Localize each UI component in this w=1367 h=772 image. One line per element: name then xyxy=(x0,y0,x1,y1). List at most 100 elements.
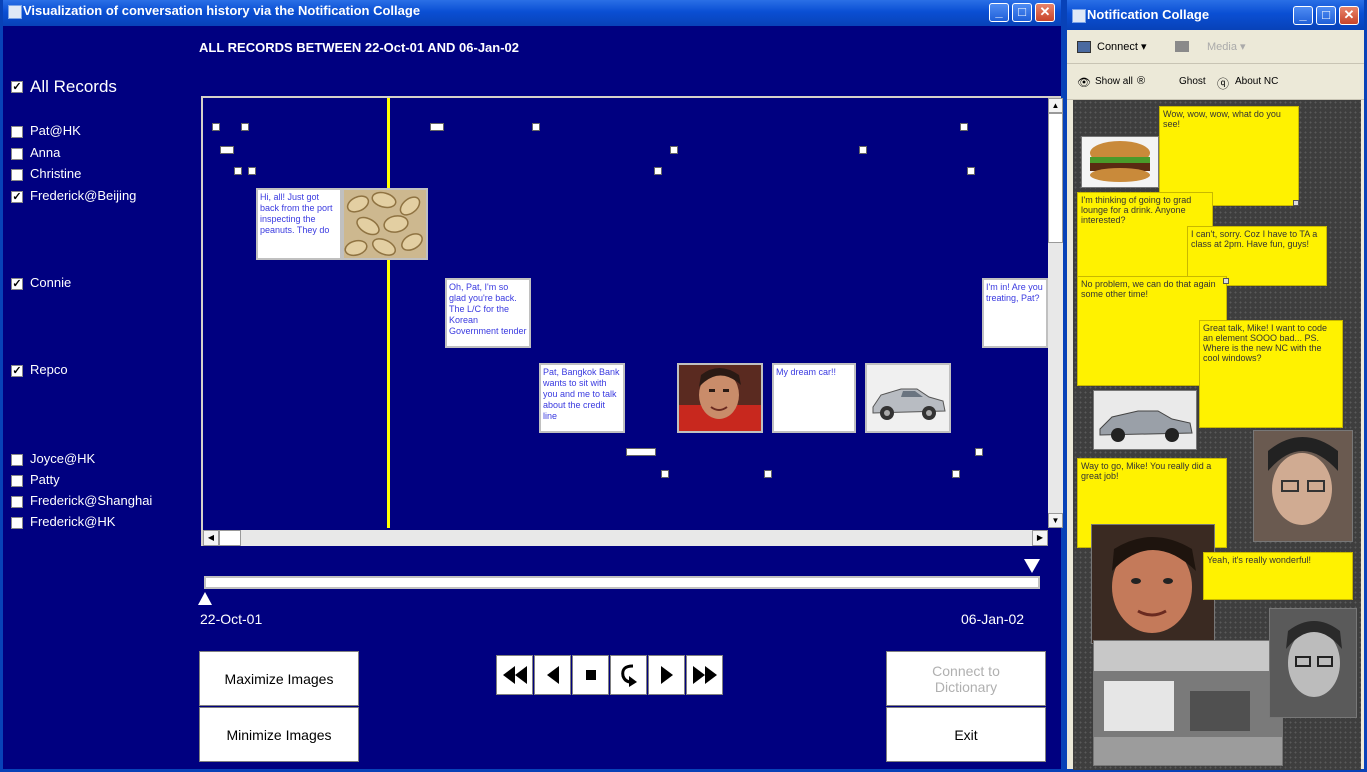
end-date-handle[interactable] xyxy=(1024,559,1040,573)
record-marker[interactable] xyxy=(626,448,656,456)
scroll-down-button[interactable]: ▼ xyxy=(1048,513,1063,528)
checkbox-patty[interactable] xyxy=(11,475,23,487)
glasses-man-portrait[interactable] xyxy=(1269,608,1357,718)
timeline-plot[interactable]: Hi, all! Just got back from the port ins… xyxy=(201,96,1063,546)
record-marker[interactable] xyxy=(241,123,249,131)
window-title: Visualization of conversation history vi… xyxy=(23,3,421,18)
note-repco-bank[interactable]: Pat, Bangkok Bank wants to sit with you … xyxy=(539,363,625,433)
loop-icon xyxy=(620,664,637,687)
close-window-button[interactable]: ✕ xyxy=(1035,3,1055,22)
collage-post[interactable]: Great talk, Mike! I want to code an elem… xyxy=(1199,320,1343,428)
date-range-slider[interactable] xyxy=(204,576,1040,589)
folder-icon xyxy=(1175,41,1189,52)
main-titlebar[interactable]: Visualization of conversation history vi… xyxy=(3,0,1061,26)
scroll-right-button[interactable]: ▶ xyxy=(1032,530,1048,546)
ghost-button[interactable]: Ghost xyxy=(1179,76,1206,87)
record-marker[interactable] xyxy=(661,470,669,478)
about-nc-button[interactable]: About NC xyxy=(1235,76,1278,87)
record-marker[interactable] xyxy=(654,167,662,175)
vertical-scrollbar[interactable]: ▲ ▼ xyxy=(1048,98,1063,528)
car-picture[interactable] xyxy=(1093,390,1197,450)
minimize-window-button[interactable]: _ xyxy=(989,3,1009,22)
checkbox-christine[interactable] xyxy=(11,169,23,181)
note-connie[interactable]: Oh, Pat, I'm so glad you're back. The L/… xyxy=(445,278,531,348)
peanuts-image[interactable] xyxy=(342,188,428,260)
note-connie-right[interactable]: I'm in! Are you treating, Pat? xyxy=(982,278,1048,348)
checkbox-repco[interactable]: ✓ xyxy=(11,365,23,377)
record-marker[interactable] xyxy=(952,470,960,478)
show-all-button[interactable]: Show all xyxy=(1095,76,1133,87)
checkbox-anna[interactable] xyxy=(11,148,23,160)
minimize-images-button[interactable]: Minimize Images xyxy=(199,707,359,762)
start-date-handle[interactable] xyxy=(198,592,212,605)
record-marker[interactable] xyxy=(220,146,234,154)
scroll-thumb-vertical[interactable] xyxy=(1048,113,1063,243)
burger-icon xyxy=(1090,141,1150,182)
nc-close-button[interactable]: ✕ xyxy=(1339,6,1359,25)
nc-window-title: Notification Collage xyxy=(1087,7,1210,22)
timeline-cursor[interactable] xyxy=(387,98,390,528)
checkbox-frederick-hk[interactable] xyxy=(11,517,23,529)
checkbox-joyce-hk[interactable] xyxy=(11,454,23,466)
all-records-checkbox[interactable]: ✓ xyxy=(11,81,23,93)
record-marker[interactable] xyxy=(670,146,678,154)
connect-dictionary-button[interactable]: Connect to Dictionary xyxy=(886,651,1046,706)
minimize-icon: _ xyxy=(995,4,1003,19)
scroll-up-button[interactable]: ▲ xyxy=(1048,98,1063,113)
fast-forward-icon xyxy=(692,666,717,684)
record-marker[interactable] xyxy=(859,146,867,154)
collage-post[interactable]: Wow, wow, wow, what do you see! xyxy=(1159,106,1299,206)
checkbox-frederick-shanghai[interactable] xyxy=(11,496,23,508)
checkbox-connie[interactable]: ✓ xyxy=(11,278,23,290)
person-label: Frederick@Beijing xyxy=(30,188,137,203)
record-marker[interactable] xyxy=(532,123,540,131)
burger-picture[interactable] xyxy=(1081,136,1159,188)
media-menu[interactable]: Media ▾ xyxy=(1207,40,1246,53)
nc-app-icon xyxy=(1072,9,1086,23)
face-icon xyxy=(1254,431,1352,541)
step-back-button[interactable] xyxy=(534,655,571,695)
connect-menu[interactable]: Connect ▾ xyxy=(1097,40,1147,53)
end-date-label: 06-Jan-02 xyxy=(961,611,1025,627)
horizontal-scrollbar[interactable]: ◀ ▶ xyxy=(203,530,1048,546)
scroll-thumb-horizontal[interactable] xyxy=(219,530,241,546)
scroll-left-button[interactable]: ◀ xyxy=(203,530,219,546)
maximize-window-button[interactable]: □ xyxy=(1012,3,1032,22)
checkbox-pat-hk[interactable] xyxy=(11,126,23,138)
maximize-images-button[interactable]: Maximize Images xyxy=(199,651,359,706)
nc-toolbar-2: 👁 Show all ® Ghost ⓠ About NC xyxy=(1067,66,1364,100)
record-marker[interactable] xyxy=(764,470,772,478)
record-marker[interactable] xyxy=(430,123,444,131)
nc-minimize-button[interactable]: _ xyxy=(1293,6,1313,25)
record-marker[interactable] xyxy=(234,167,242,175)
portrait-image[interactable] xyxy=(677,363,763,433)
record-marker[interactable] xyxy=(967,167,975,175)
portrait-icon xyxy=(679,365,761,431)
record-marker[interactable] xyxy=(975,448,983,456)
note-frederick[interactable]: Hi, all! Just got back from the port ins… xyxy=(256,188,342,260)
room-photo[interactable] xyxy=(1093,640,1283,766)
face-icon xyxy=(1270,609,1356,717)
person-label: Connie xyxy=(30,275,72,290)
man-portrait[interactable] xyxy=(1091,524,1215,644)
note-repco-car[interactable]: My dream car!! xyxy=(772,363,856,433)
loop-button[interactable] xyxy=(610,655,647,695)
play-button[interactable] xyxy=(648,655,685,695)
person-label: Anna xyxy=(30,145,61,160)
exit-button[interactable]: Exit xyxy=(886,707,1046,762)
nc-maximize-button[interactable]: □ xyxy=(1316,6,1336,25)
collage-post[interactable]: Yeah, it's really wonderful! xyxy=(1203,552,1353,600)
fast-forward-button[interactable] xyxy=(686,655,723,695)
woman-portrait[interactable] xyxy=(1253,430,1353,542)
record-marker[interactable] xyxy=(248,167,256,175)
rewind-button[interactable] xyxy=(496,655,533,695)
checkbox-frederick-beijing[interactable]: ✓ xyxy=(11,191,23,203)
record-marker[interactable] xyxy=(960,123,968,131)
stop-button[interactable] xyxy=(572,655,609,695)
nc-titlebar[interactable]: Notification Collage _ □ ✕ xyxy=(1067,0,1364,30)
play-icon xyxy=(660,666,673,684)
collage-board[interactable]: Wow, wow, wow, what do you see! I'm thin… xyxy=(1073,100,1361,770)
connect-icon xyxy=(1077,41,1091,53)
record-marker[interactable] xyxy=(212,123,220,131)
car-image[interactable] xyxy=(865,363,951,433)
